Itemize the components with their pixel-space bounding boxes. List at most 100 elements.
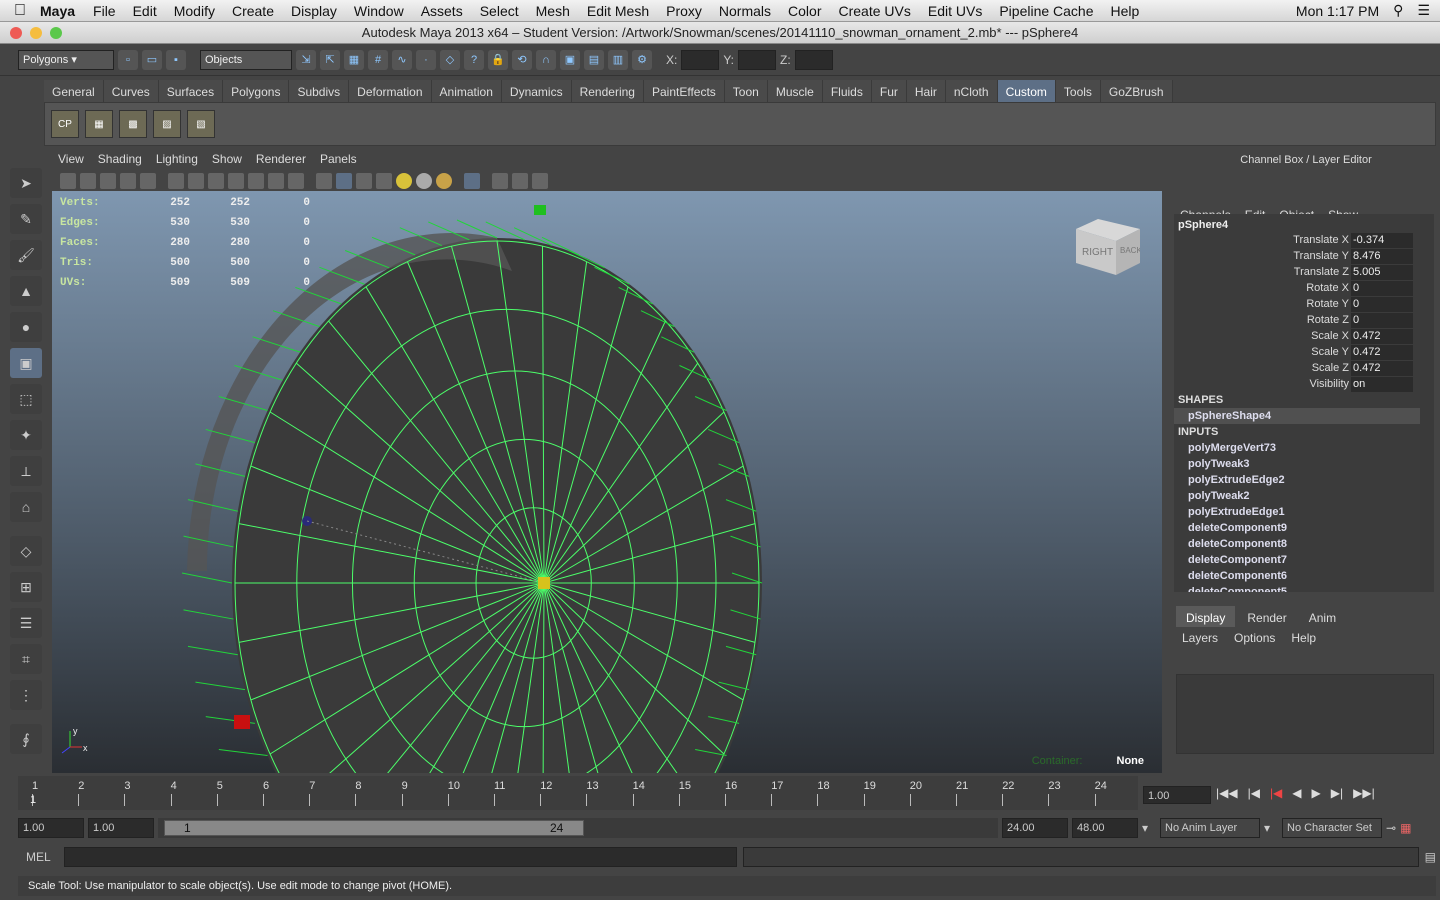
time-slider[interactable]: 1 2 3 4 5 6 7 8 9 10 11 12 13 14 15 16 17 18 19 20 21 22 23 24 1	[18, 776, 1138, 810]
selected-node-name[interactable]: pSphere4	[1174, 214, 1420, 232]
shelf-tab-deformation[interactable]: Deformation	[349, 80, 432, 102]
snap-curve-icon[interactable]: ∿	[392, 49, 412, 70]
shelf-tab-custom[interactable]: Custom	[997, 80, 1056, 102]
xray-joints-icon[interactable]	[512, 173, 528, 189]
menu-edit-mesh[interactable]: Edit Mesh	[587, 3, 649, 19]
script-editor-icon[interactable]: ▤	[1425, 850, 1436, 864]
scale-tool-icon[interactable]: ▣	[10, 348, 42, 378]
shelf-tab-painteffects[interactable]: PaintEffects	[643, 80, 725, 102]
wireframe-icon[interactable]	[316, 173, 332, 189]
shape-node[interactable]: pSphereShape4	[1174, 408, 1420, 424]
render-settings-icon[interactable]: ▥	[608, 49, 628, 70]
shelf-tab-surfaces[interactable]: Surfaces	[158, 80, 224, 102]
layer-menu-layers[interactable]: Layers	[1182, 631, 1218, 645]
channel-attribute[interactable]: Rotate Y0	[1174, 296, 1420, 312]
mel-script-icon[interactable]: ∮	[10, 724, 42, 754]
viewport-menu-shading[interactable]: Shading	[98, 152, 142, 170]
layer-tab-anim[interactable]: Anim	[1299, 606, 1346, 627]
outliner-layout-icon[interactable]: ☰	[10, 608, 42, 638]
select-tool-icon[interactable]: ➤	[10, 168, 42, 198]
isolate-select-icon[interactable]	[464, 173, 480, 189]
magnet-icon[interactable]: ∩	[536, 49, 556, 70]
move-tool-icon[interactable]: ▲	[10, 276, 42, 306]
image-plane-icon[interactable]	[120, 173, 136, 189]
grid-icon[interactable]	[168, 173, 184, 189]
menu-proxy[interactable]: Proxy	[666, 3, 702, 19]
input-node[interactable]: polyTweak2	[1174, 488, 1420, 504]
apple-menu-icon[interactable]: 	[0, 2, 40, 20]
attribute-value[interactable]: 5.005	[1351, 264, 1413, 280]
viewport-menu-lighting[interactable]: Lighting	[156, 152, 198, 170]
bookmark-icon[interactable]	[100, 173, 116, 189]
history-icon[interactable]: ⟲	[512, 49, 532, 70]
select-component-icon[interactable]: ▦	[344, 49, 364, 70]
channel-attribute[interactable]: Rotate X0	[1174, 280, 1420, 296]
select-hierarchy-icon[interactable]: ⇲	[296, 49, 316, 70]
hypershade-icon[interactable]: ⚙	[632, 49, 652, 70]
input-node[interactable]: deleteComponent6	[1174, 568, 1420, 584]
shelf-tab-dynamics[interactable]: Dynamics	[501, 80, 572, 102]
key-icon[interactable]: ⊸	[1386, 821, 1396, 835]
textured-icon[interactable]	[376, 173, 392, 189]
input-node[interactable]: polyTweak3	[1174, 456, 1420, 472]
channel-box-scrollbar[interactable]	[1420, 214, 1434, 592]
shelf-item-3[interactable]: ▩	[119, 110, 147, 138]
z-input[interactable]	[794, 49, 833, 70]
new-scene-icon[interactable]: ▫	[118, 49, 138, 70]
universal-manip-icon[interactable]: ⬚	[10, 384, 42, 414]
input-node[interactable]: deleteComponent8	[1174, 536, 1420, 552]
viewcube[interactable]: RIGHT BACK	[1076, 215, 1140, 275]
shelf-tab-animation[interactable]: Animation	[431, 80, 502, 102]
all-lights-icon[interactable]	[436, 173, 452, 189]
input-node[interactable]: polyExtrudeEdge2	[1174, 472, 1420, 488]
lasso-tool-icon[interactable]: ✎	[10, 204, 42, 234]
shelf-item-2[interactable]: ▦	[85, 110, 113, 138]
play-backwards-icon[interactable]: ◀	[1292, 786, 1301, 800]
shelf-tab-tools[interactable]: Tools	[1055, 80, 1101, 102]
smooth-shade-icon[interactable]	[336, 173, 352, 189]
wireframe-on-shaded-icon[interactable]	[356, 173, 372, 189]
lock-icon[interactable]: 🔒	[488, 49, 508, 70]
shelf-tab-fluids[interactable]: Fluids	[822, 80, 872, 102]
red-manipulator-handle[interactable]	[234, 715, 250, 729]
menu-help[interactable]: Help	[1111, 3, 1140, 19]
channel-attribute[interactable]: Scale X 0.472	[1174, 328, 1420, 344]
anim-start-field[interactable]: 1.00	[18, 818, 84, 838]
shelf-tab-general[interactable]: General	[44, 80, 104, 102]
four-pane-layout-icon[interactable]: ⊞	[10, 572, 42, 602]
input-node[interactable]: deleteComponent9	[1174, 520, 1420, 536]
shelf-tab-fur[interactable]: Fur	[871, 80, 907, 102]
layer-menu-options[interactable]: Options	[1234, 631, 1275, 645]
shelf-item-cp[interactable]: CP	[51, 110, 79, 138]
play-forwards-icon[interactable]: ▶	[1312, 786, 1321, 800]
anim-layer-arrow-icon[interactable]: ▾	[1142, 821, 1156, 835]
center-manipulator-handle[interactable]	[538, 577, 550, 589]
layer-list[interactable]	[1176, 674, 1434, 754]
gate-mask-icon[interactable]	[228, 173, 244, 189]
input-node[interactable]: polyExtrudeEdge1	[1174, 504, 1420, 520]
input-node[interactable]: deleteComponent5	[1174, 584, 1420, 592]
hypergraph-layout-icon[interactable]: ⋮	[10, 680, 42, 710]
graph-layout-icon[interactable]: ⌗	[10, 644, 42, 674]
x-input[interactable]	[681, 49, 720, 70]
channel-attribute[interactable]: Translate X -0.374	[1174, 232, 1420, 248]
resolution-gate-icon[interactable]	[208, 173, 224, 189]
film-gate-icon[interactable]	[188, 173, 204, 189]
y-input[interactable]	[738, 49, 777, 70]
2d-pan-icon[interactable]	[140, 173, 156, 189]
minimize-window-button[interactable]	[30, 27, 42, 39]
snap-grid-icon[interactable]: #	[368, 49, 388, 70]
camera-select-icon[interactable]	[60, 173, 76, 189]
show-manip-icon[interactable]: ⟂	[10, 456, 42, 486]
zoom-window-button[interactable]	[50, 27, 62, 39]
input-node[interactable]: polyMergeVert73	[1174, 440, 1420, 456]
attribute-value[interactable]: 0.472	[1351, 360, 1413, 376]
shadows-icon[interactable]	[416, 173, 432, 189]
attribute-value[interactable]: 0.472	[1351, 344, 1413, 360]
step-forward-frame-icon[interactable]: ▶|	[1331, 786, 1343, 800]
attribute-value[interactable]: -0.374	[1351, 232, 1413, 248]
viewport-menu-show[interactable]: Show	[212, 152, 242, 170]
spotlight-search-icon[interactable]: ⚲	[1393, 2, 1403, 19]
rotate-tool-icon[interactable]: ●	[10, 312, 42, 342]
playback-end-field[interactable]: 24.00	[1002, 818, 1068, 838]
